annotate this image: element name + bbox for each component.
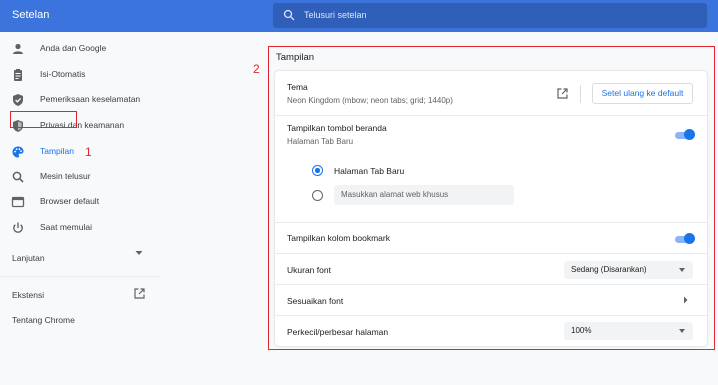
sidebar-item-safety-check[interactable]: Pemeriksaan keselamatan: [0, 90, 160, 110]
sidebar-item-you-and-google[interactable]: Anda dan Google: [0, 39, 160, 59]
sidebar-item-label: Anda dan Google: [40, 43, 107, 53]
sidebar-item-default-browser[interactable]: Browser default: [0, 192, 160, 212]
home-button-sub: Halaman Tab Baru: [287, 137, 354, 146]
power-icon: [13, 222, 23, 233]
bookmarks-bar-label: Tampilkan kolom bookmark: [287, 233, 390, 243]
section-title: Tampilan: [276, 52, 315, 63]
app-title: Setelan: [12, 9, 50, 21]
sidebar-item-label: Pemeriksaan keselamatan: [40, 94, 141, 104]
about-chrome-link[interactable]: Tentang Chrome: [12, 315, 75, 325]
reset-theme-button[interactable]: Setel ulang ke default: [592, 83, 693, 104]
sidebar-item-appearance[interactable]: Tampilan: [0, 142, 160, 162]
sidebar-item-on-startup[interactable]: Saat memulai: [0, 218, 160, 238]
shield-check-icon: [13, 94, 23, 106]
home-button-label: Tampilkan tombol beranda: [287, 123, 387, 133]
search-box[interactable]: Telusuri setelan: [273, 3, 707, 28]
row-divider: [275, 315, 707, 316]
appearance-card: Tema Neon Kingdom (mbow; neon tabs; grid…: [275, 71, 707, 346]
chevron-right-icon[interactable]: [683, 296, 688, 304]
page-zoom-select[interactable]: 100%: [564, 322, 693, 340]
font-size-select[interactable]: Sedang (Disarankan): [564, 261, 693, 279]
row-divider: [275, 115, 707, 116]
sidebar-item-label: Tampilan: [40, 146, 75, 156]
font-size-value: Sedang (Disarankan): [571, 265, 647, 274]
page-zoom-label: Perkecil/perbesar halaman: [287, 327, 389, 337]
chevron-down-icon[interactable]: [135, 250, 143, 256]
annotation-highlight-1: [10, 111, 77, 128]
annotation-marker-1: 1: [85, 145, 92, 159]
toggle-knob: [684, 233, 695, 244]
custom-address-input[interactable]: Masukkan alamat web khusus: [334, 185, 514, 205]
annotation-marker-2: 2: [253, 62, 260, 76]
theme-label: Tema: [287, 82, 308, 92]
browser-icon: [11, 196, 25, 208]
page-zoom-value: 100%: [571, 326, 592, 335]
sidebar: Anda dan Google Isi-Otomatis Pemeriksaan…: [0, 32, 160, 385]
sidebar-item-label: Mesin telusur: [40, 171, 91, 181]
extensions-link[interactable]: Ekstensi: [12, 290, 44, 300]
radio-new-tab-label: Halaman Tab Baru: [334, 166, 405, 176]
open-in-new-icon[interactable]: [134, 288, 145, 299]
dropdown-arrow-icon: [679, 268, 685, 272]
palette-icon: [12, 146, 24, 158]
sidebar-item-autofill[interactable]: Isi-Otomatis: [0, 65, 160, 85]
advanced-section[interactable]: Lanjutan: [12, 253, 45, 263]
search-icon: [283, 9, 295, 21]
theme-value: Neon Kingdom (mbow; neon tabs; grid; 144…: [287, 96, 453, 105]
sidebar-item-label: Saat memulai: [40, 222, 92, 232]
person-icon: [13, 43, 23, 54]
row-divider: [275, 253, 707, 254]
radio-custom-address[interactable]: [312, 190, 323, 201]
sidebar-item-search-engine[interactable]: Mesin telusur: [0, 167, 160, 187]
radio-new-tab-page[interactable]: [312, 165, 323, 176]
clipboard-icon: [14, 69, 22, 81]
customize-fonts-label[interactable]: Sesuaikan font: [287, 296, 343, 306]
font-size-label: Ukuran font: [287, 265, 331, 275]
row-divider: [275, 222, 707, 223]
sidebar-divider: [0, 276, 160, 277]
search-input[interactable]: Telusuri setelan: [304, 10, 367, 20]
sidebar-item-label: Isi-Otomatis: [40, 69, 86, 79]
bookmarks-bar-toggle[interactable]: [673, 233, 695, 245]
dropdown-arrow-icon: [679, 329, 685, 333]
top-bar: Setelan Telusuri setelan: [0, 0, 718, 32]
row-divider: [275, 284, 707, 285]
home-button-toggle[interactable]: [673, 129, 695, 141]
open-in-new-icon[interactable]: [557, 88, 568, 99]
vertical-separator: [580, 85, 581, 103]
search-icon: [12, 171, 24, 183]
sidebar-item-label: Browser default: [40, 196, 100, 206]
custom-address-placeholder: Masukkan alamat web khusus: [341, 190, 449, 199]
toggle-knob: [684, 129, 695, 140]
